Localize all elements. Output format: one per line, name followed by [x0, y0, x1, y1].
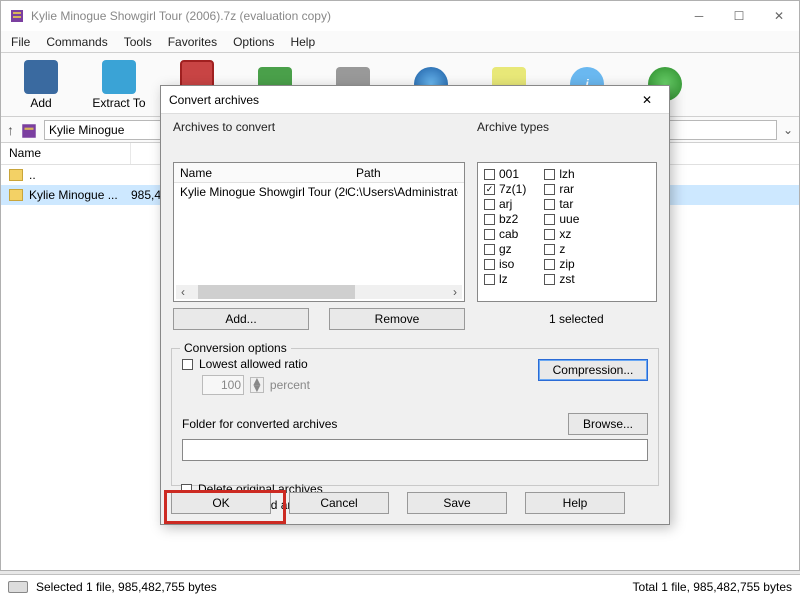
help-button[interactable]: Help: [525, 492, 625, 514]
updir-label: ..: [29, 168, 36, 182]
folder-input[interactable]: [182, 439, 648, 461]
archives-list[interactable]: Name Path Kylie Minogue Showgirl Tour (2…: [173, 162, 465, 302]
type-zst[interactable]: zst: [544, 272, 579, 286]
type-zip[interactable]: zip: [544, 257, 579, 271]
type-uue[interactable]: uue: [544, 212, 579, 226]
checkbox-icon: [484, 259, 495, 270]
titlebar: Kylie Minogue Showgirl Tour (2006).7z (e…: [1, 1, 799, 31]
type-tar[interactable]: tar: [544, 197, 579, 211]
percent-label: percent: [270, 378, 310, 392]
dialog-titlebar: Convert archives ✕: [161, 86, 669, 114]
type-gz[interactable]: gz: [484, 242, 526, 256]
checkbox-icon: [544, 244, 555, 255]
tool-extract-label: Extract To: [92, 96, 145, 110]
selected-count: 1 selected: [549, 312, 604, 326]
types-label: Archive types: [477, 120, 549, 134]
maximize-button[interactable]: ☐: [719, 2, 759, 30]
convert-dialog: Convert archives ✕ Archives to convert A…: [160, 85, 670, 525]
type-bz2[interactable]: bz2: [484, 212, 526, 226]
folder-label: Folder for converted archives: [182, 417, 337, 431]
ratio-input: [202, 375, 244, 395]
checkbox-icon: [484, 244, 495, 255]
menu-file[interactable]: File: [11, 35, 30, 49]
close-button[interactable]: ✕: [759, 2, 799, 30]
menu-commands[interactable]: Commands: [46, 35, 107, 49]
archives-label: Archives to convert: [173, 120, 275, 134]
dialog-title: Convert archives: [169, 93, 259, 107]
dialog-close-button[interactable]: ✕: [633, 88, 661, 112]
type-z[interactable]: z: [544, 242, 579, 256]
save-button[interactable]: Save: [407, 492, 507, 514]
browse-button[interactable]: Browse...: [568, 413, 648, 435]
tool-extract[interactable]: Extract To: [89, 57, 149, 112]
type-arj[interactable]: arj: [484, 197, 526, 211]
menu-tools[interactable]: Tools: [124, 35, 152, 49]
menu-options[interactable]: Options: [233, 35, 274, 49]
highlight-box: [164, 490, 286, 524]
tool-add-label: Add: [30, 96, 51, 110]
folder-icon: [9, 169, 23, 181]
type-cab[interactable]: cab: [484, 227, 526, 241]
menu-help[interactable]: Help: [290, 35, 315, 49]
app-icon: [9, 8, 25, 24]
status-right: Total 1 file, 985,482,755 bytes: [633, 580, 792, 594]
archive-row[interactable]: Kylie Minogue Showgirl Tour (2006).7z C:…: [174, 183, 464, 201]
checkbox-icon: [484, 229, 495, 240]
checkbox-icon: [484, 214, 495, 225]
col-name[interactable]: Name: [1, 143, 131, 164]
status-bar: Selected 1 file, 985,482,755 bytes Total…: [0, 574, 800, 598]
checkbox-icon: [182, 359, 193, 370]
checkbox-icon: [484, 184, 495, 195]
compression-button[interactable]: Compression...: [538, 359, 648, 381]
remove-button[interactable]: Remove: [329, 308, 465, 330]
checkbox-icon: [544, 229, 555, 240]
cancel-button[interactable]: Cancel: [289, 492, 389, 514]
archives-col-name[interactable]: Name: [174, 163, 350, 182]
folder-icon: [9, 189, 23, 201]
archive-types-list[interactable]: 0017z(1)arjbz2cabgzisolz lzhrartaruuexzz…: [477, 162, 657, 302]
horizontal-scrollbar[interactable]: ‹›: [176, 285, 462, 299]
type-001[interactable]: 001: [484, 167, 526, 181]
type-rar[interactable]: rar: [544, 182, 579, 196]
type-7z(1)[interactable]: 7z(1): [484, 182, 526, 196]
archive-icon: [20, 122, 38, 138]
checkbox-icon: [544, 184, 555, 195]
type-iso[interactable]: iso: [484, 257, 526, 271]
up-icon[interactable]: ↑: [7, 122, 14, 138]
add-button[interactable]: Add...: [173, 308, 309, 330]
archive-item-name: Kylie Minogue Showgirl Tour (2006).7z: [180, 185, 347, 199]
disk-icon: [8, 581, 28, 593]
type-xz[interactable]: xz: [544, 227, 579, 241]
checkbox-icon: [544, 259, 555, 270]
checkbox-icon: [484, 274, 495, 285]
minimize-button[interactable]: ─: [679, 2, 719, 30]
menubar: File Commands Tools Favorites Options He…: [1, 31, 799, 53]
checkbox-icon: [484, 169, 495, 180]
checkbox-icon: [544, 214, 555, 225]
checkbox-icon: [544, 199, 555, 210]
file-name: Kylie Minogue ...: [29, 188, 125, 202]
type-lz[interactable]: lz: [484, 272, 526, 286]
checkbox-icon: [544, 169, 555, 180]
type-lzh[interactable]: lzh: [544, 167, 579, 181]
menu-favorites[interactable]: Favorites: [168, 35, 217, 49]
archive-item-path: C:\Users\Administrato: [347, 185, 458, 199]
conversion-legend: Conversion options: [180, 341, 291, 355]
tool-add[interactable]: Add: [11, 57, 71, 112]
archives-col-path[interactable]: Path: [350, 163, 387, 182]
status-left: Selected 1 file, 985,482,755 bytes: [36, 580, 217, 594]
window-title: Kylie Minogue Showgirl Tour (2006).7z (e…: [31, 9, 331, 23]
checkbox-icon: [484, 199, 495, 210]
dropdown-icon[interactable]: ⌄: [783, 123, 793, 137]
checkbox-icon: [544, 274, 555, 285]
